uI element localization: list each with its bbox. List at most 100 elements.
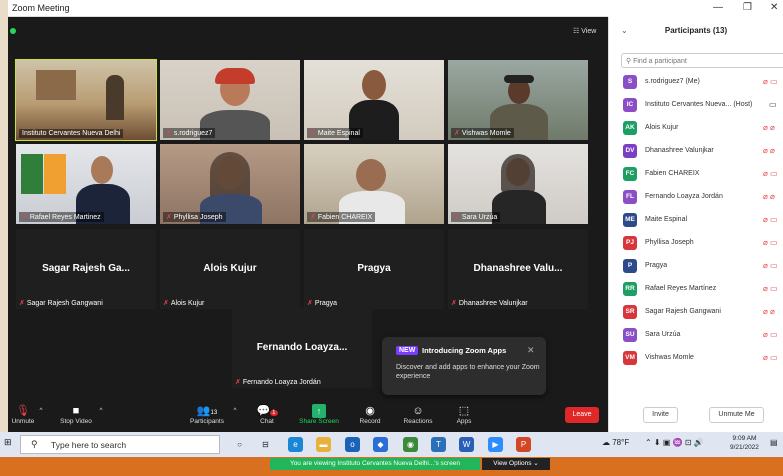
mic-muted-icon: ⌀ ▭ [763,261,778,270]
participant-row[interactable]: RR Rafael Reyes Martínez ⌀ ▭ [609,279,783,302]
video-tile[interactable]: ✗ Vishwas Momle [448,60,588,140]
participant-row[interactable]: DV Dhanashree Valunjkar ⌀ ⌀ [609,141,783,164]
apps-button[interactable]: ⬚ Apps [451,404,477,425]
minimize-icon[interactable]: — [713,2,723,13]
audio-options-caret[interactable]: ^ [36,407,46,414]
unmute-button[interactable]: 🎙 Unmute [8,404,38,425]
clock-date: 9/21/2022 [730,444,759,451]
close-icon[interactable]: ✕ [770,2,778,13]
tile-display-name: Alois Kujur [203,263,257,274]
mic-muted-icon: ✗ [310,214,316,221]
name-tile[interactable]: Pragya ✗ Pragya [304,229,444,309]
participant-row[interactable]: SU Sara Urzúa ⌀ ▭ [609,325,783,348]
mic-muted-icon: ✗ [454,130,460,137]
zoom-icon[interactable]: ▶ [488,437,503,452]
participant-row[interactable]: VM Vishwas Momle ⌀ ▭ [609,348,783,371]
participant-row[interactable]: SR Sagar Rajesh Gangwani ⌀ ⌀ [609,302,783,325]
tile-name: ✗ Phyllisa Joseph [163,212,226,222]
reactions-button[interactable]: ☺ Reactions [400,404,436,425]
video-tile[interactable]: ✗ Phyllisa Joseph [160,144,300,224]
avatar: RR [623,282,637,296]
popup-close-icon[interactable]: ✕ [527,345,535,356]
word-icon[interactable]: W [459,437,474,452]
system-tray-icons[interactable]: ⌃ ⬇ ▣ ♒ ⊡ 🔊 [645,438,704,447]
tile-name-text: Vishwas Momle [461,130,511,137]
restore-icon[interactable]: ❐ [743,2,752,13]
participant-row[interactable]: ME Maite Espinal ⌀ ▭ [609,210,783,233]
tile-display-name: Dhanashree Valu... [473,263,563,274]
avatar: DV [623,144,637,158]
taskbar-search-input[interactable]: ⚲ Type here to search [20,435,220,454]
clock[interactable]: 9:09 AM 9/21/2022 [730,434,759,452]
tile-name-text: Dhanashree Valunjkar [458,300,528,307]
share-screen-icon: ↑ [312,404,326,418]
clock-time: 9:09 AM [732,435,757,442]
view-button[interactable]: ☷ View [573,27,596,35]
record-button[interactable]: ◉ Record [355,404,385,425]
mic-muted-icon: ✗ [235,379,241,386]
weather-icon[interactable]: ☁ 78°F [602,438,629,447]
cortana-icon[interactable]: ○ [232,437,247,452]
task-view-icon[interactable]: ⊟ [258,437,273,452]
notifications-icon[interactable]: ▤ [770,438,778,447]
stop-video-button[interactable]: ■ Stop Video [56,404,96,425]
participant-name: s.rodriguez7 (Me) [645,78,700,85]
participant-name: Fernando Loayza Jordán [645,193,723,200]
file-explorer-icon[interactable]: ▬ [316,437,331,452]
view-options-button[interactable]: View Options ⌄ [482,458,550,470]
invite-button[interactable]: Invite [643,407,678,423]
search-placeholder: Find a participant [633,58,687,65]
mic-muted-icon: ⌀ ▭ [763,330,778,339]
view-label: View [581,28,597,35]
weather-temp: 78°F [612,438,630,447]
video-tile[interactable]: ✗ Rafael Reyes Martinez [16,144,156,224]
video-options-caret[interactable]: ^ [96,407,106,414]
avatar: IC [623,98,637,112]
unmute-me-button[interactable]: Unmute Me [709,407,764,423]
name-tile[interactable]: Dhanashree Valu... ✗ Dhanashree Valunjkar [448,229,588,309]
share-screen-button[interactable]: ↑ Share Screen [294,404,344,425]
name-tile[interactable]: Alois Kujur ✗ Alois Kujur [160,229,300,309]
tile-name: ✗ Maite Espinal [307,128,363,138]
participant-row[interactable]: FC Fabien CHAREIX ⌀ ▭ [609,164,783,187]
name-tile[interactable]: Sagar Rajesh Ga... ✗ Sagar Rajesh Gangwan… [16,229,156,309]
chat-badge: 1 [270,410,278,416]
chevron-up-icon: ^ [99,407,103,414]
window-title: Zoom Meeting [12,3,70,13]
participant-search-input[interactable]: ⚲ Find a participant [621,53,783,68]
participant-name: Dhanashree Valunjkar [645,147,714,154]
video-tile[interactable]: ✗ s.rodriguez7 [160,60,300,140]
search-icon: ⚲ [31,439,38,449]
video-tile[interactable]: ✗ Maite Espinal [304,60,444,140]
chat-button[interactable]: 💬 1 Chat [252,404,282,425]
tile-name: ✗ Dhanashree Valunjkar [451,299,528,307]
mic-muted-icon: ⌀ ⌀ [763,123,775,132]
participants-panel: ⌄ Participants (13) ⚲ Find a participant… [608,17,783,432]
tile-name-text: Fernando Loayza Jordán [242,379,321,386]
powerpoint-icon[interactable]: P [516,437,531,452]
participant-row[interactable]: FL Fernando Loayza Jordán ⌀ ⌀ [609,187,783,210]
leave-button[interactable]: Leave [565,407,599,423]
teams-icon[interactable]: T [431,437,446,452]
mic-muted-icon: ⌀ ▭ [763,284,778,293]
participant-row[interactable]: IC Instituto Cervantes Nueva... (Host) ▭ [609,95,783,118]
participants-options-caret[interactable]: ^ [230,407,240,414]
participant-row[interactable]: P Pragya ⌀ ▭ [609,256,783,279]
edge-icon[interactable]: e [288,437,303,452]
video-tile[interactable]: Instituto Cervantes Nueva Delhi [15,59,157,141]
chrome-icon[interactable]: ◉ [403,437,418,452]
video-tile[interactable]: ✗ Sara Urzúa [448,144,588,224]
start-icon[interactable]: ⊞ [4,437,12,448]
dropbox-icon[interactable]: ◆ [373,437,388,452]
participants-button[interactable]: 👥13 Participants [184,404,230,425]
meeting-toolbar: 🎙 Unmute ^ ■ Stop Video ^ 👥13 Participan… [8,402,608,432]
name-tile[interactable]: Fernando Loayza... ✗ Fernando Loayza Jord… [232,308,372,388]
participant-row[interactable]: PJ Phyllisa Joseph ⌀ ▭ [609,233,783,256]
mic-muted-icon: ⌀ ▭ [763,215,778,224]
participant-row[interactable]: AK Alois Kujur ⌀ ⌀ [609,118,783,141]
participant-name: Sagar Rajesh Gangwani [645,308,721,315]
mic-muted-icon: ✗ [451,300,457,307]
participant-row[interactable]: Ss.rodriguez7 (Me) ⌀ ▭ [609,72,783,95]
video-tile[interactable]: ✗ Fabien CHAREIX [304,144,444,224]
outlook-icon[interactable]: o [345,437,360,452]
